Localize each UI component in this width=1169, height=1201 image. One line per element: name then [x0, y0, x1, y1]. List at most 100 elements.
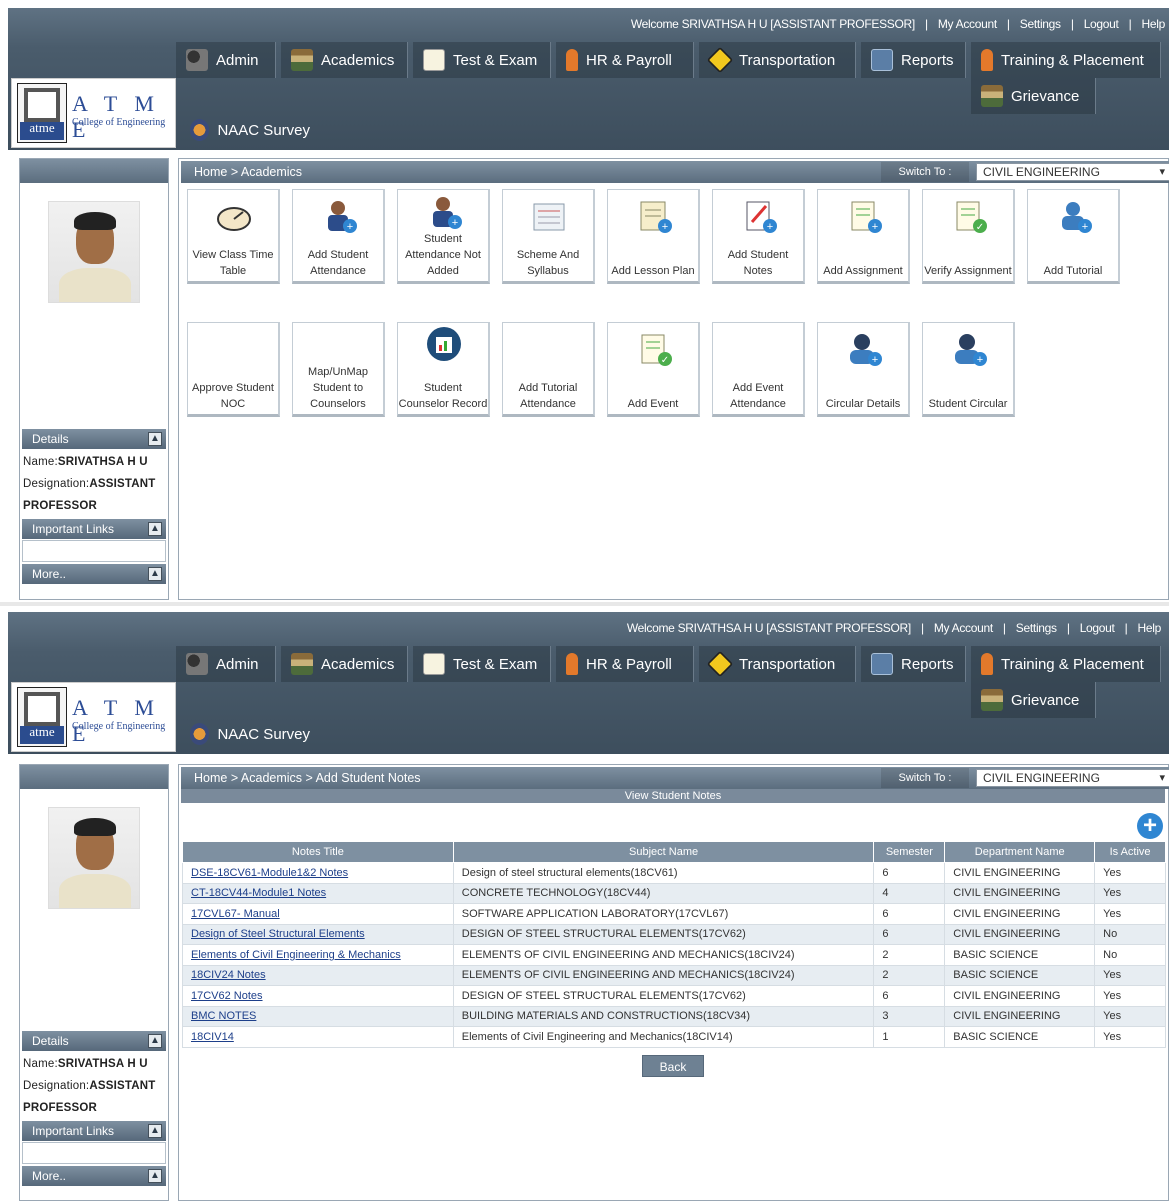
help-link[interactable]: Help	[1142, 17, 1166, 31]
notes-title-link[interactable]: 17CV62 Notes	[191, 990, 263, 1002]
col-department-name[interactable]: Department Name	[944, 841, 1096, 863]
help-link[interactable]: Help	[1138, 621, 1162, 635]
tile-map-unmap-counselors[interactable]: Map/UnMap Student to Counselors	[292, 322, 385, 417]
profile-photo	[48, 807, 140, 909]
menu-academics[interactable]: Academics	[281, 42, 408, 78]
details-header[interactable]: Details ▲	[22, 429, 166, 449]
department-cell: BASIC SCIENCE	[944, 964, 1096, 986]
menu-test-exam[interactable]: Test & Exam	[413, 646, 551, 682]
col-subject-name[interactable]: Subject Name	[452, 841, 875, 863]
admin-icon	[186, 49, 208, 71]
syllabus-sheet-icon	[533, 203, 565, 231]
details-header[interactable]: Details ▲	[22, 1031, 166, 1051]
department-select[interactable]: CIVIL ENGINEERING ▾	[976, 163, 1169, 181]
menu-reports[interactable]: Reports	[861, 42, 966, 78]
college-logo[interactable]: atme A T M E College of Engineering	[11, 682, 176, 752]
menu-transportation[interactable]: Transportation	[699, 42, 856, 78]
menu-grievance[interactable]: Grievance	[971, 78, 1096, 114]
tile-add-student-attendance[interactable]: + Add Student Attendance	[292, 189, 385, 284]
collapse-icon[interactable]: ▲	[148, 1034, 162, 1048]
tile-add-tutorial[interactable]: + Add Tutorial	[1027, 189, 1120, 284]
designation-label: Designation:	[23, 478, 90, 490]
notes-title-link[interactable]: Design of Steel Structural Elements	[191, 928, 365, 940]
settings-link[interactable]: Settings	[1020, 17, 1061, 31]
notes-title-link[interactable]: BMC NOTES	[191, 1010, 256, 1022]
user-add-icon: +	[850, 334, 882, 366]
notes-title-link[interactable]: 17CVL67- Manual	[191, 908, 280, 920]
menu-admin[interactable]: Admin	[176, 42, 276, 78]
menu-admin[interactable]: Admin	[176, 646, 276, 682]
welcome-bar: Welcome SRIVATHSA H U [ASSISTANT PROFESS…	[626, 621, 1162, 635]
logo-emblem: atme	[17, 687, 67, 747]
tile-student-counselor-record[interactable]: Student Counselor Record	[397, 322, 490, 417]
important-links-header[interactable]: Important Links ▲	[22, 519, 166, 539]
assignment-check-icon: ✓	[956, 201, 987, 233]
more-header[interactable]: More.. ▲	[22, 1166, 166, 1186]
col-notes-title[interactable]: Notes Title	[182, 841, 454, 863]
tile-add-lesson-plan[interactable]: + Add Lesson Plan	[607, 189, 700, 284]
menu-hr-payroll[interactable]: HR & Payroll	[556, 646, 694, 682]
my-account-link[interactable]: My Account	[934, 621, 993, 635]
important-links-header[interactable]: Important Links ▲	[22, 1121, 166, 1141]
col-semester[interactable]: Semester	[873, 841, 946, 863]
notes-title-cell: 18CIV24 Notes	[182, 964, 454, 986]
notes-title-link[interactable]: DSE-18CV61-Module1&2 Notes	[191, 867, 348, 879]
collapse-icon[interactable]: ▲	[148, 1124, 162, 1138]
tile-add-tutorial-attendance[interactable]: Add Tutorial Attendance	[502, 322, 595, 417]
tile-label: Scheme And Syllabus	[516, 249, 580, 277]
tile-view-class-time-table[interactable]: View Class Time Table	[187, 189, 280, 284]
tile-add-assignment[interactable]: + Add Assignment	[817, 189, 910, 284]
profile-sidebar: Details ▲ Name:SRIVATHSA H U Designation…	[19, 158, 169, 600]
menu-reports[interactable]: Reports	[861, 646, 966, 682]
menu-academics[interactable]: Academics	[281, 646, 408, 682]
menu-naac-survey[interactable]: NAAC Survey	[180, 716, 320, 752]
menu-transportation[interactable]: Transportation	[699, 646, 856, 682]
svg-text:+: +	[872, 354, 878, 366]
department-select[interactable]: CIVIL ENGINEERING ▾	[976, 769, 1169, 787]
menu-naac-survey[interactable]: NAAC Survey	[180, 112, 320, 148]
notes-title-link[interactable]: CT-18CV44-Module1 Notes	[191, 887, 326, 899]
col-is-active[interactable]: Is Active	[1094, 841, 1166, 863]
tile-student-circular[interactable]: + Student Circular	[922, 322, 1015, 417]
menu-training-placement[interactable]: Training & Placement	[971, 42, 1161, 78]
collapse-icon[interactable]: ▲	[148, 1169, 162, 1183]
back-button[interactable]: Back	[642, 1055, 704, 1077]
logout-link[interactable]: Logout	[1084, 17, 1119, 31]
notes-table-body: DSE-18CV61-Module1&2 Notes Design of stee…	[182, 862, 1166, 1048]
tile-add-event-attendance[interactable]: Add Event Attendance	[712, 322, 805, 417]
menu-test-exam-label: Test & Exam	[453, 655, 538, 673]
tile-scheme-and-syllabus[interactable]: Scheme And Syllabus	[502, 189, 595, 284]
college-logo[interactable]: atme A T M E College of Engineering	[11, 78, 176, 148]
my-account-link[interactable]: My Account	[938, 17, 997, 31]
more-header[interactable]: More.. ▲	[22, 564, 166, 584]
menu-training-placement[interactable]: Training & Placement	[971, 646, 1161, 682]
department-select-value: CIVIL ENGINEERING	[983, 165, 1100, 179]
tile-add-event[interactable]: ✓ Add Event	[607, 322, 700, 417]
logo-emblem: atme	[17, 83, 67, 143]
svg-text:+: +	[347, 221, 353, 233]
notes-title-link[interactable]: Elements of Civil Engineering & Mechanic…	[191, 949, 401, 961]
menu-test-exam[interactable]: Test & Exam	[413, 42, 551, 78]
notes-title-link[interactable]: 18CIV24 Notes	[191, 969, 266, 981]
tile-add-student-notes[interactable]: + Add Student Notes	[712, 189, 805, 284]
collapse-icon[interactable]: ▲	[148, 567, 162, 581]
add-note-icon[interactable]: +	[1137, 813, 1163, 839]
collapse-icon[interactable]: ▲	[148, 432, 162, 446]
menu-hr-payroll[interactable]: HR & Payroll	[556, 42, 694, 78]
notes-main-panel: Home > Academics > Add Student Notes Swi…	[178, 764, 1169, 1201]
survey-person-icon	[190, 119, 210, 141]
notes-title-link[interactable]: 18CIV14	[191, 1031, 234, 1043]
menu-grievance[interactable]: Grievance	[971, 682, 1096, 718]
collapse-icon[interactable]: ▲	[148, 522, 162, 536]
tile-circular-details[interactable]: + Circular Details	[817, 322, 910, 417]
logout-link[interactable]: Logout	[1080, 621, 1115, 635]
more-label: More..	[32, 1169, 67, 1183]
tutorial-add-icon: +	[1062, 202, 1092, 233]
tile-verify-assignment[interactable]: ✓ Verify Assignment	[922, 189, 1015, 284]
table-row: Design of Steel Structural Elements DESIG…	[182, 923, 1166, 945]
tile-approve-student-noc[interactable]: Approve Student NOC	[187, 322, 280, 417]
department-cell: CIVIL ENGINEERING	[944, 862, 1096, 884]
tile-student-attendance-not-added[interactable]: + Student Attendance Not Added	[397, 189, 490, 284]
settings-link[interactable]: Settings	[1016, 621, 1057, 635]
important-links-box	[22, 1142, 166, 1164]
